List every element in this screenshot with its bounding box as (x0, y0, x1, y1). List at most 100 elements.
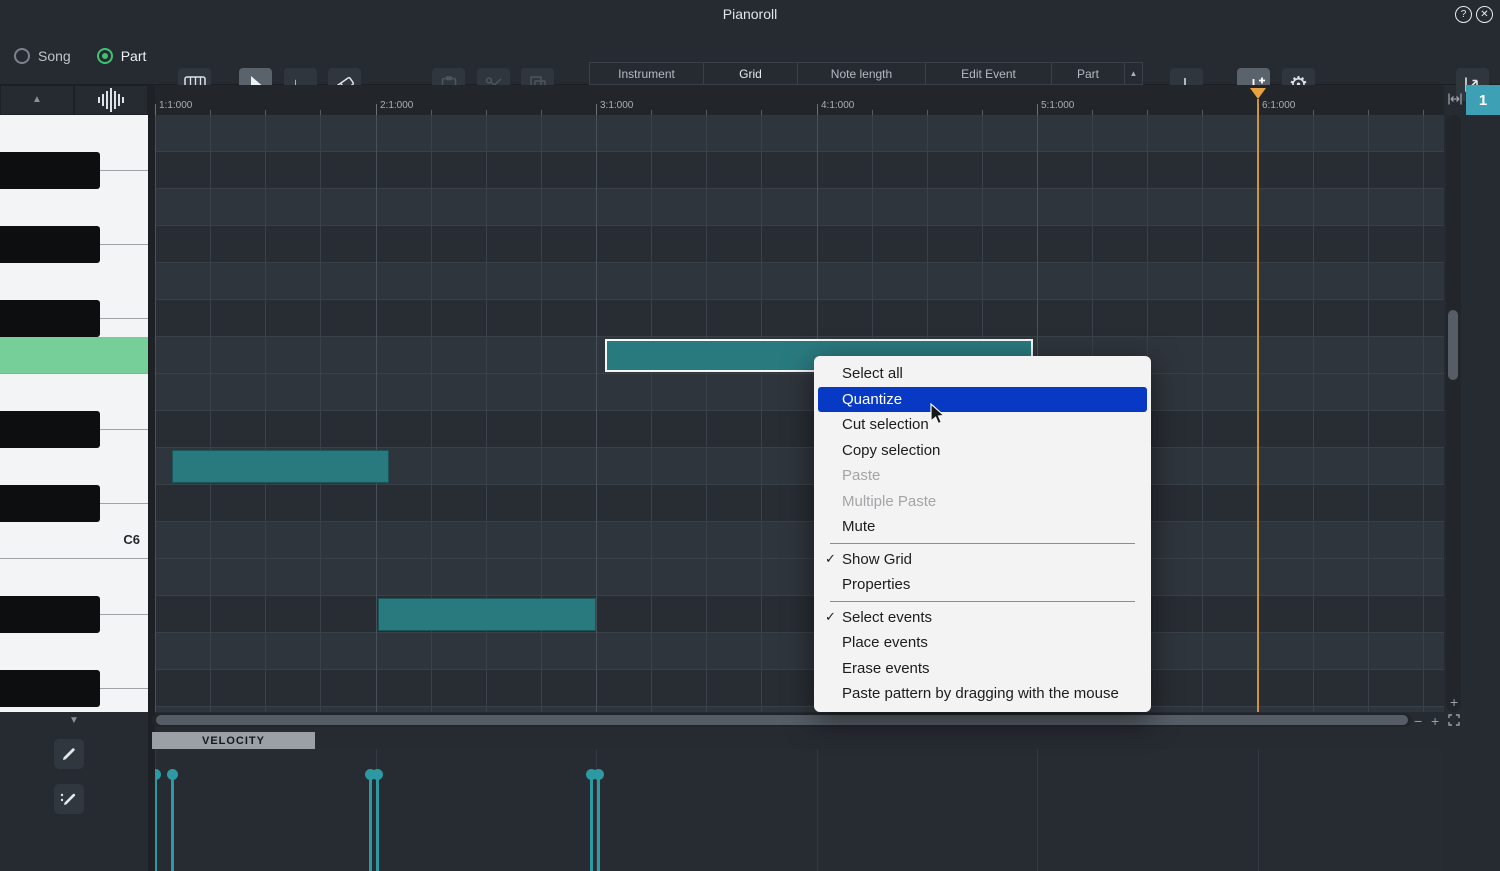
waveform-button[interactable] (74, 85, 148, 115)
key-As5[interactable] (0, 596, 148, 633)
menu-item-cut-selection[interactable]: Cut selection (818, 412, 1147, 438)
fit-width-button[interactable] (1447, 92, 1463, 108)
help-button[interactable]: ? (1455, 6, 1472, 23)
menu-item-label: Select events (842, 609, 932, 626)
key-A5[interactable] (0, 633, 148, 670)
note-grid[interactable] (155, 115, 1444, 712)
key-Fs6[interactable] (0, 300, 148, 337)
menu-item-mute[interactable]: Mute (818, 514, 1147, 540)
grid-row-B6 (155, 115, 1444, 152)
menu-item-label: Properties (842, 576, 910, 593)
waveform-icon (98, 88, 124, 112)
vertical-scroll-thumb[interactable] (1448, 310, 1458, 380)
key-B6[interactable] (0, 115, 148, 152)
velocity-stem[interactable] (593, 749, 604, 871)
menu-item-erase-events[interactable]: Erase events (818, 656, 1147, 682)
zoom-out-button[interactable]: − (1414, 714, 1422, 728)
zoom-in-button[interactable]: + (1431, 714, 1439, 728)
fullscreen-button[interactable] (1448, 714, 1460, 728)
velocity-tab[interactable]: VELOCITY (152, 732, 315, 749)
key-Cs6[interactable] (0, 485, 148, 522)
menu-item-label: Place events (842, 634, 928, 651)
key-C6[interactable] (0, 522, 148, 559)
grid-line (596, 115, 597, 712)
ruler-tick (376, 104, 377, 115)
menu-item-select-events[interactable]: ✓Select events (818, 605, 1147, 631)
menu-item-show-grid[interactable]: ✓Show Grid (818, 547, 1147, 573)
scroll-up-button[interactable]: ▲ (0, 85, 74, 115)
pianoroll-window: Pianoroll ? ✕ Song Part (0, 0, 1500, 871)
key-Gs5[interactable] (0, 670, 148, 707)
midi-note-D6[interactable] (172, 450, 389, 483)
horizontal-scroll-thumb[interactable] (156, 715, 1408, 725)
velocity-stem[interactable] (372, 749, 383, 871)
velocity-grid-line (1037, 749, 1038, 871)
key-A6[interactable] (0, 189, 148, 226)
grid-header: Grid (704, 63, 798, 85)
playhead-marker[interactable] (1250, 88, 1266, 99)
menu-item-label: Mute (842, 518, 875, 535)
velocity-stem-line (597, 775, 600, 871)
menu-item-label: Paste pattern by dragging with the mouse (842, 685, 1119, 702)
menu-item-copy-selection[interactable]: Copy selection (818, 438, 1147, 464)
zoom-in-vertical-button[interactable]: + (1450, 695, 1458, 709)
grid-row-Ds6 (155, 411, 1444, 448)
ruler-label: 4:1:000 (821, 100, 854, 111)
titlebar: Pianoroll ? ✕ (0, 0, 1500, 28)
part-radio[interactable]: Part (97, 48, 147, 64)
down-arrow-icon: ▼ (69, 716, 79, 726)
key-Ds6[interactable] (0, 411, 148, 448)
pencil-icon (61, 746, 77, 762)
grid-line (265, 115, 266, 712)
menu-item-place-events[interactable]: Place events (818, 630, 1147, 656)
instrument-header: Instrument (590, 63, 704, 85)
grid-line (376, 115, 377, 712)
menu-item-paste-pattern-by-dragging-with-the-mouse[interactable]: Paste pattern by dragging with the mouse (818, 681, 1147, 707)
close-button[interactable]: ✕ (1476, 6, 1493, 23)
part-up-button[interactable]: ▲ (1125, 63, 1142, 85)
key-F6[interactable] (0, 337, 148, 374)
black-key (0, 670, 100, 707)
pattern-velocity-button[interactable] (54, 784, 84, 814)
part-number-badge[interactable]: 1 (1466, 85, 1500, 115)
ruler-label: 5:1:000 (1041, 100, 1074, 111)
menu-item-select-all[interactable]: Select all (818, 361, 1147, 387)
velocity-stem-line (171, 775, 174, 871)
key-divider (100, 429, 148, 430)
menu-item-properties[interactable]: Properties (818, 572, 1147, 598)
horizontal-scrollbar[interactable] (152, 713, 1412, 727)
key-E6[interactable] (0, 374, 148, 411)
ruler-label: 6:1:000 (1262, 100, 1295, 111)
ruler-label: 2:1:000 (380, 100, 413, 111)
vertical-scrollbar[interactable] (1446, 115, 1461, 712)
midi-note-As5[interactable] (378, 598, 596, 631)
key-B5[interactable] (0, 559, 148, 596)
velocity-grid-line (1258, 749, 1259, 871)
menu-item-quantize[interactable]: Quantize (818, 387, 1147, 413)
black-key (0, 485, 100, 522)
menu-item-label: Erase events (842, 660, 930, 677)
grid-row-B5 (155, 559, 1444, 596)
velocity-stem[interactable] (155, 749, 161, 871)
piano-keyboard: C6 (0, 115, 150, 712)
grid-line (651, 115, 652, 712)
key-divider (100, 503, 148, 504)
velocity-area[interactable] (155, 749, 1444, 871)
context-menu: Select all Quantize Cut selectionCopy sele… (814, 356, 1151, 712)
scroll-down-button[interactable]: ▼ (0, 712, 148, 729)
key-D6[interactable] (0, 448, 148, 485)
key-G6[interactable] (0, 263, 148, 300)
black-key (0, 596, 100, 633)
menu-item-label: Quantize (842, 391, 902, 408)
radio-selected-icon (97, 48, 113, 64)
key-As6[interactable] (0, 152, 148, 189)
grid-line (1202, 115, 1203, 712)
velocity-stem-line (376, 775, 379, 871)
up-arrow-icon: ▲ (1130, 69, 1138, 78)
key-Gs6[interactable] (0, 226, 148, 263)
ruler-label: 1:1:000 (159, 100, 192, 111)
velocity-stem-dot (155, 769, 161, 780)
draw-velocity-button[interactable] (54, 739, 84, 769)
velocity-stem[interactable] (167, 749, 178, 871)
song-radio[interactable]: Song (14, 48, 71, 64)
